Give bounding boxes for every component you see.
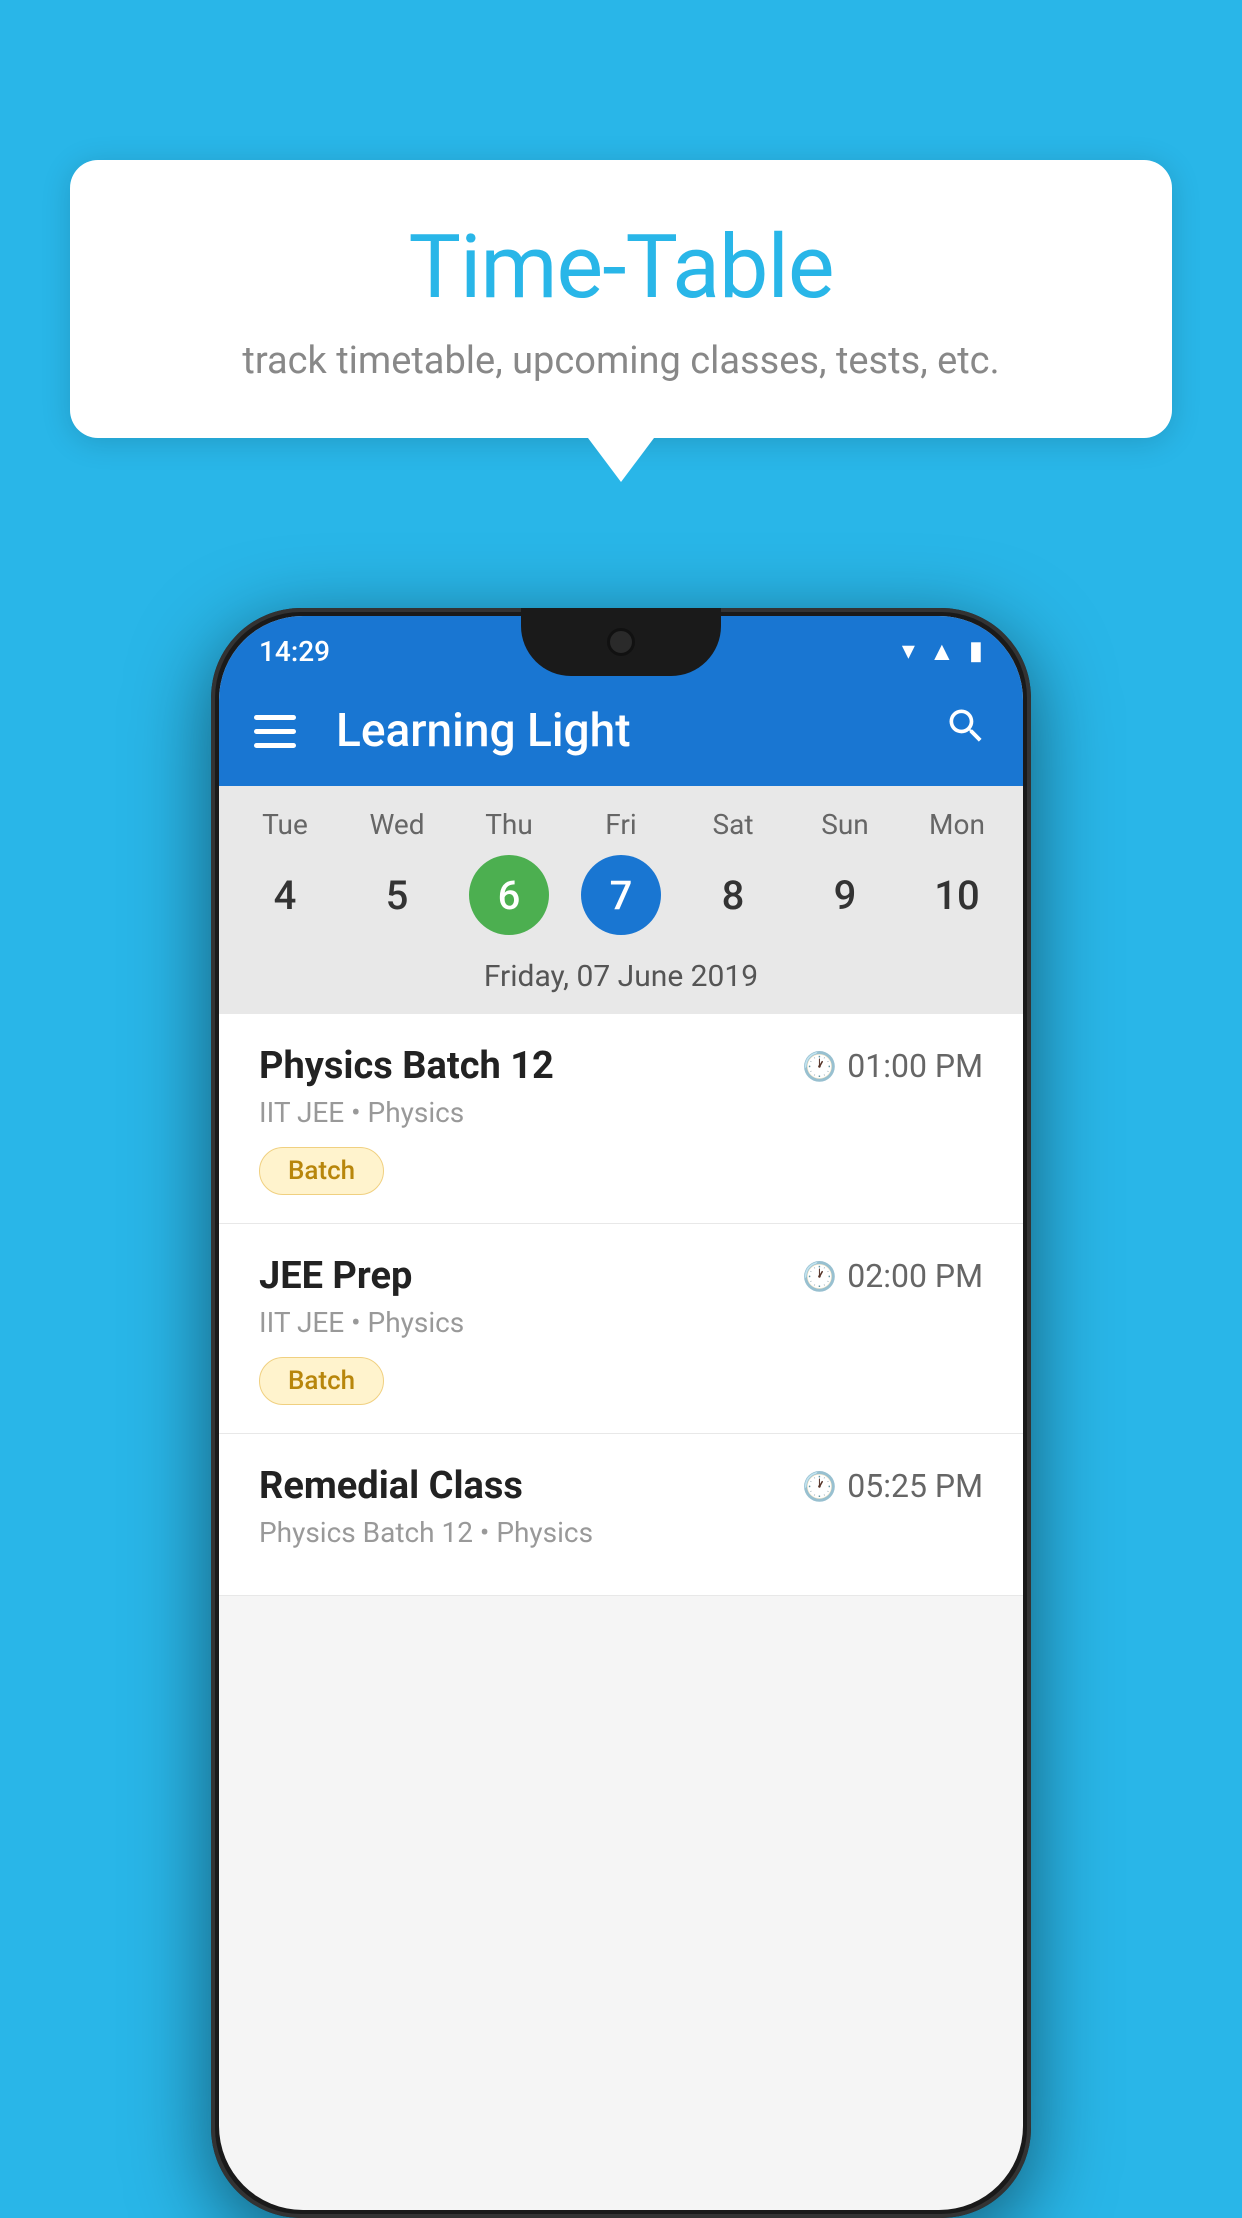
phone-screen: 14:29 ▾ ▲ ▮ Learning Light (219, 616, 1023, 2210)
calendar-date-label: Friday, 07 June 2019 (219, 945, 1023, 1014)
tooltip-subtitle: track timetable, upcoming classes, tests… (130, 339, 1112, 383)
status-time: 14:29 (259, 635, 330, 668)
day-number[interactable]: 10 (917, 855, 997, 935)
class-time: 🕐 05:25 PM (802, 1467, 983, 1505)
day-number[interactable]: 5 (357, 855, 437, 935)
battery-icon: ▮ (969, 636, 983, 666)
day-column[interactable]: Thu 6 (459, 808, 559, 935)
phone-notch (521, 608, 721, 676)
tooltip-card: Time-Table track timetable, upcoming cla… (70, 160, 1172, 438)
day-name: Sat (712, 808, 753, 841)
phone-camera (607, 628, 635, 656)
class-list: Physics Batch 12 🕐 01:00 PM IIT JEE • Phys… (219, 1014, 1023, 1596)
day-number[interactable]: 8 (693, 855, 773, 935)
day-column[interactable]: Sat 8 (683, 808, 783, 935)
class-item[interactable]: Remedial Class 🕐 05:25 PM Physics Batch 12… (219, 1434, 1023, 1596)
day-name: Mon (929, 808, 985, 841)
day-number[interactable]: 7 (581, 855, 661, 935)
day-column[interactable]: Wed 5 (347, 808, 447, 935)
day-name: Tue (262, 808, 308, 841)
app-title: Learning Light (336, 704, 914, 758)
class-meta: Physics Batch 12 • Physics (259, 1516, 983, 1549)
clock-icon: 🕐 (802, 1470, 837, 1503)
day-number[interactable]: 4 (245, 855, 325, 935)
class-name: Physics Batch 12 (259, 1044, 554, 1088)
signal-icon: ▲ (929, 636, 955, 667)
class-item[interactable]: Physics Batch 12 🕐 01:00 PM IIT JEE • Phys… (219, 1014, 1023, 1224)
clock-icon: 🕐 (802, 1050, 837, 1083)
batch-badge: Batch (259, 1147, 384, 1195)
app-bar: Learning Light (219, 676, 1023, 786)
day-number[interactable]: 9 (805, 855, 885, 935)
class-time: 🕐 02:00 PM (802, 1257, 983, 1295)
day-name: Fri (605, 808, 636, 841)
phone-mockup: 14:29 ▾ ▲ ▮ Learning Light (211, 608, 1031, 2218)
day-name: Wed (369, 808, 424, 841)
wifi-icon: ▾ (902, 636, 915, 666)
status-icons: ▾ ▲ ▮ (902, 636, 983, 667)
class-name: Remedial Class (259, 1464, 523, 1508)
class-name: JEE Prep (259, 1254, 412, 1298)
tooltip-title: Time-Table (130, 220, 1112, 317)
calendar-week-header: Tue 4 Wed 5 Thu 6 Fri 7 Sat 8 Sun 9 Mon 10 (219, 786, 1023, 945)
day-number[interactable]: 6 (469, 855, 549, 935)
hamburger-menu-icon[interactable] (254, 715, 296, 748)
clock-icon: 🕐 (802, 1260, 837, 1293)
day-column[interactable]: Tue 4 (235, 808, 335, 935)
day-column[interactable]: Sun 9 (795, 808, 895, 935)
class-item[interactable]: JEE Prep 🕐 02:00 PM IIT JEE • Physics Batch (219, 1224, 1023, 1434)
day-name: Sun (821, 808, 869, 841)
day-column[interactable]: Mon 10 (907, 808, 1007, 935)
day-name: Thu (485, 808, 533, 841)
phone-outer: 14:29 ▾ ▲ ▮ Learning Light (211, 608, 1031, 2218)
class-meta: IIT JEE • Physics (259, 1096, 983, 1129)
day-column[interactable]: Fri 7 (571, 808, 671, 935)
class-time: 🕐 01:00 PM (802, 1047, 983, 1085)
batch-badge: Batch (259, 1357, 384, 1405)
search-icon[interactable] (944, 704, 988, 759)
class-meta: IIT JEE • Physics (259, 1306, 983, 1339)
